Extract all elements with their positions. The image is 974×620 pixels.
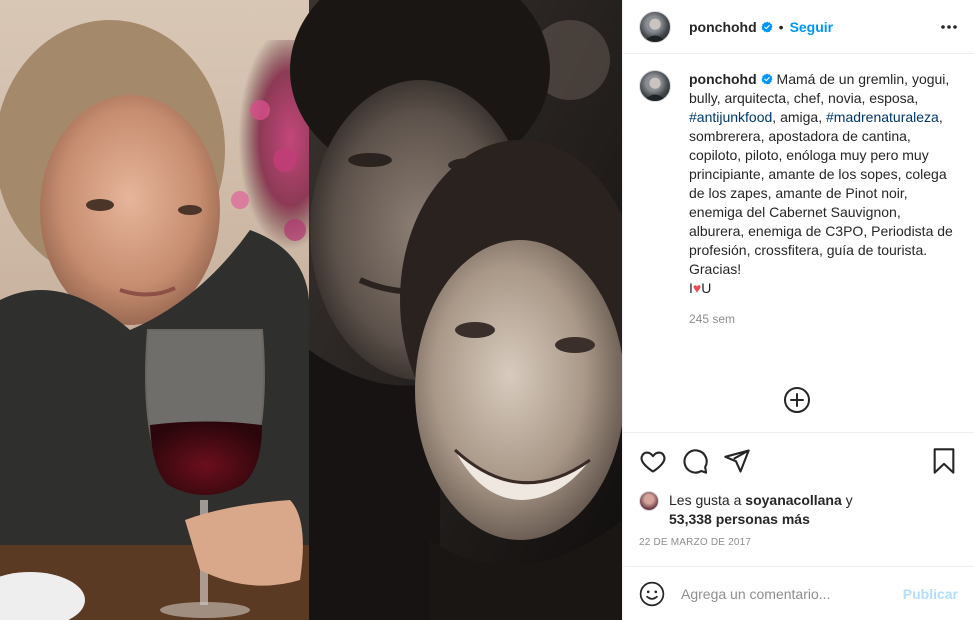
verified-badge-icon: [761, 21, 773, 32]
caption-text-part3: , sombrerera, apostadora de cantina, cop…: [689, 109, 953, 258]
bookmark-icon[interactable]: [930, 447, 958, 475]
caption-thanks: Gracias!: [689, 261, 742, 277]
likes-prefix: Les gusta a: [669, 492, 746, 508]
more-options-icon[interactable]: [940, 24, 958, 30]
likes-summary: Les gusta a soyanacollana y 53,338 perso…: [639, 491, 958, 529]
comment-icon[interactable]: [681, 447, 709, 475]
likes-count[interactable]: 53,338 personas más: [669, 511, 810, 527]
liker-username[interactable]: soyanacollana: [745, 492, 842, 508]
caption-username[interactable]: ponchohd: [689, 71, 757, 87]
caption-row: ponchohd Mamá de un gremlin, yogui, bull…: [639, 70, 958, 298]
post-header: ponchohd • Seguir: [623, 0, 974, 54]
comment-input[interactable]: [681, 585, 903, 602]
instagram-post: ponchohd • Seguir ponchohd Mamá de un gr…: [0, 0, 974, 620]
caption-text-part2: , amiga,: [772, 109, 826, 125]
caption-author-avatar[interactable]: [639, 70, 671, 102]
liker-avatar[interactable]: [639, 491, 659, 511]
paper-plane-icon[interactable]: [723, 447, 751, 475]
likes-and: y: [841, 492, 853, 508]
likes-text: Les gusta a soyanacollana y 53,338 perso…: [669, 491, 853, 529]
heart-icon[interactable]: [639, 447, 667, 475]
action-icon-row: [639, 445, 958, 477]
separator-dot: •: [778, 18, 784, 35]
caption-time-ago[interactable]: 245 sem: [689, 312, 958, 326]
caption-love-u: U: [701, 280, 712, 296]
post-media[interactable]: [0, 0, 622, 620]
smiley-icon[interactable]: [639, 581, 665, 607]
caption-heart: ♥: [692, 280, 702, 296]
hashtag-link-antijunkfood[interactable]: #antijunkfood: [689, 109, 772, 125]
post-date[interactable]: 22 DE MARZO DE 2017: [639, 537, 958, 548]
follow-button[interactable]: Seguir: [790, 19, 834, 35]
comments-area[interactable]: ponchohd Mamá de un gremlin, yogui, bull…: [623, 54, 974, 432]
author-username[interactable]: ponchohd: [689, 19, 757, 35]
plus-circle-icon[interactable]: [783, 386, 811, 414]
verified-badge-icon: [761, 73, 773, 85]
hashtag-link-madrenaturaleza[interactable]: #madrenaturaleza: [826, 109, 939, 125]
post-actions: Les gusta a soyanacollana y 53,338 perso…: [623, 432, 974, 548]
post-photo-collage: [0, 0, 622, 620]
post-caption: ponchohd Mamá de un gremlin, yogui, bull…: [689, 70, 953, 298]
comment-bar: Publicar: [623, 566, 974, 620]
post-side-panel: ponchohd • Seguir ponchohd Mamá de un gr…: [622, 0, 974, 620]
author-avatar[interactable]: [639, 10, 671, 43]
publish-button[interactable]: Publicar: [903, 586, 958, 602]
